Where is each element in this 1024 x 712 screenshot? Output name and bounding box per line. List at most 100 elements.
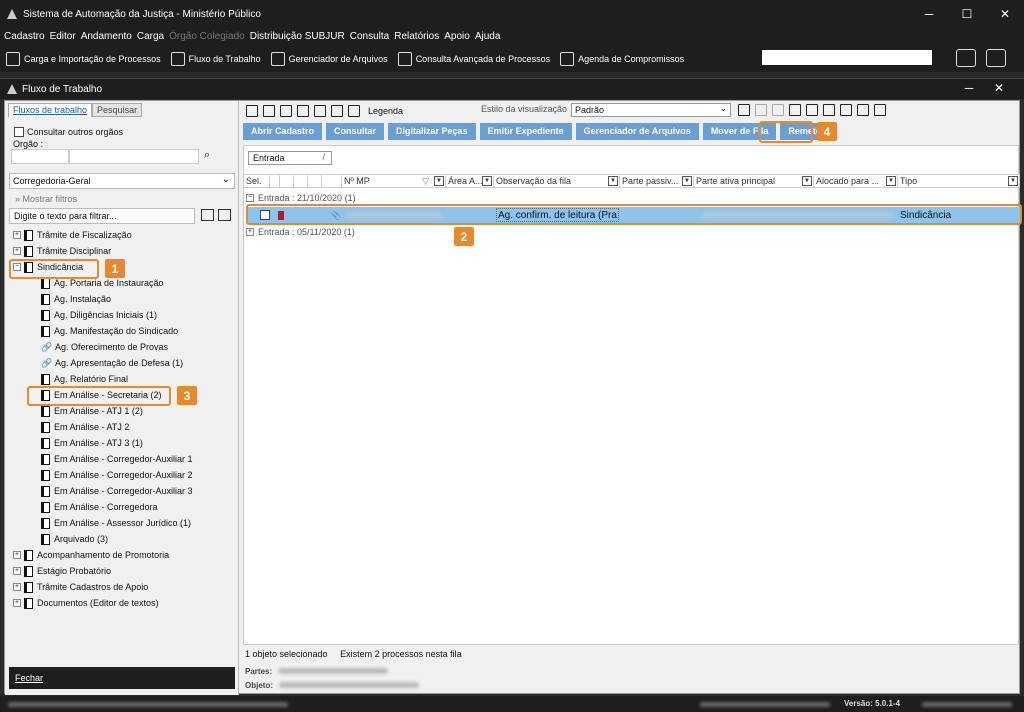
toolbar-search-input[interactable] — [762, 50, 932, 65]
menu-distribuicao[interactable]: Distribuição SUBJUR — [250, 31, 345, 42]
print-icon[interactable] — [874, 104, 886, 116]
home-icon[interactable] — [956, 49, 976, 67]
expand-icon[interactable]: + — [13, 247, 21, 255]
duplicate-icon[interactable] — [297, 105, 309, 117]
col-area[interactable]: Área A... ▼ — [446, 175, 494, 188]
doc-list-icon[interactable] — [789, 104, 801, 116]
fechar-button[interactable]: Fechar — [9, 667, 235, 689]
emitir-expediente-button[interactable]: Emitir Expediente — [479, 123, 572, 140]
save-layout-icon[interactable] — [738, 104, 750, 116]
tree-item[interactable]: Em Análise - Corregedor-Auxiliar 3 — [41, 483, 193, 499]
menu-consulta[interactable]: Consulta — [350, 31, 389, 42]
col-parte-passiva[interactable]: Parte passiv... ▼ — [620, 175, 694, 188]
col-parte-ativa[interactable]: Parte ativa principal ▼ — [694, 175, 814, 188]
copy-icon[interactable] — [280, 105, 292, 117]
group-row-1[interactable]: − Entrada : 21/10/2020 (1) — [246, 191, 356, 204]
export-icon[interactable] — [348, 105, 360, 117]
tree-item[interactable]: Arquivado (3) — [41, 531, 108, 547]
new-doc-icon[interactable] — [246, 105, 258, 117]
tree-collapse-icon[interactable] — [857, 104, 869, 116]
toolbar-carga-importacao[interactable]: Carga e Importação de Processos — [6, 51, 161, 66]
minimize-button[interactable]: ─ — [910, 0, 948, 28]
tree-item[interactable]: + Estágio Probatório — [13, 563, 111, 579]
toolbar-fluxo-trabalho[interactable]: Fluxo de Trabalho — [170, 51, 261, 66]
note-icon[interactable] — [823, 104, 835, 116]
maximize-button[interactable]: ☐ — [948, 0, 986, 28]
tree-filter-input[interactable]: Digite o texto para filtrar... — [9, 208, 195, 224]
tree-item[interactable]: 🔗 Ag. Apresentação de Defesa (1) — [41, 355, 183, 371]
tree-item[interactable]: + Trâmite Disciplinar — [13, 243, 111, 259]
tree-item[interactable]: Ag. Instalação — [41, 291, 111, 307]
menu-cadastro[interactable]: Cadastro — [4, 31, 45, 42]
consultar-button[interactable]: Consultar — [326, 123, 385, 140]
legenda-label[interactable]: Legenda — [368, 106, 403, 116]
tree-item[interactable]: Ag. Relatório Final — [41, 371, 128, 387]
expand-icon[interactable]: + — [246, 227, 254, 236]
tree-item[interactable]: Em Análise - Corregedor-Auxiliar 1 — [41, 451, 193, 467]
chevron-down-icon[interactable]: ▼ — [1008, 176, 1018, 186]
toolbar-agenda[interactable]: Agenda de Compromissos — [560, 51, 684, 66]
chevron-down-icon[interactable]: ▼ — [608, 176, 618, 186]
menu-relatorios[interactable]: Relatórios — [394, 31, 439, 42]
menu-carga[interactable]: Carga — [137, 31, 164, 42]
chevron-down-icon[interactable]: ▼ — [482, 176, 492, 186]
tree-item[interactable]: + Trâmite Cadastros de Apoio — [13, 579, 148, 595]
col-tipo[interactable]: Tipo ▼ — [898, 175, 1020, 188]
tree-collapse-icon[interactable] — [218, 209, 231, 221]
group-row-2[interactable]: + Entrada : 05/11/2020 (1) — [246, 225, 355, 238]
tab-fluxos[interactable]: Fluxos de trabalho — [8, 103, 93, 117]
menu-ajuda[interactable]: Ajuda — [475, 31, 501, 42]
toolbar-consulta-avancada[interactable]: Consulta Avançada de Processos — [397, 51, 550, 66]
tree-item[interactable]: + Documentos (Editor de textos) — [13, 595, 159, 611]
print-preview-icon[interactable] — [314, 105, 326, 117]
tab-pesquisar[interactable]: Pesquisar — [92, 103, 143, 117]
expand-icon[interactable]: + — [13, 567, 21, 575]
tree-item[interactable]: 🔗 Ag. Oferecimento de Provas — [41, 339, 168, 355]
mostrar-filtros-link[interactable]: » Mostrar filtros — [15, 194, 77, 204]
group-by-box[interactable]: Entrada / — [248, 151, 332, 165]
menu-apoio[interactable]: Apoio — [444, 31, 470, 42]
orgao-name-input[interactable] — [69, 149, 199, 164]
menu-andamento[interactable]: Andamento — [81, 31, 132, 42]
orgao-select[interactable]: Corregedoria-Geral ⌄ — [9, 173, 235, 189]
tree-item[interactable]: Em Análise - ATJ 2 — [41, 419, 129, 435]
tree-expand-icon[interactable] — [840, 104, 852, 116]
collapse-icon[interactable]: − — [246, 193, 254, 202]
tree-item[interactable]: + Trâmite de Fiscalização — [13, 227, 132, 243]
col-alocado[interactable]: Alocado para ... ▼ — [814, 175, 898, 188]
chevron-down-icon[interactable]: ▼ — [682, 176, 692, 186]
col-sel[interactable]: Sel. — [244, 175, 270, 188]
tree-item[interactable]: Ag. Diligências Iniciais (1) — [41, 307, 157, 323]
toolbar-gerenciador-arquivos[interactable]: Gerenciador de Arquivos — [270, 51, 388, 66]
chevron-down-icon[interactable]: ▼ — [886, 176, 896, 186]
close-button[interactable]: ✕ — [986, 0, 1024, 28]
tree-item[interactable]: Em Análise - Assessor Jurídico (1) — [41, 515, 191, 531]
gerenciador-arquivos-button[interactable]: Gerenciador de Arquivos — [575, 123, 699, 140]
expand-icon[interactable]: + — [13, 231, 21, 239]
menu-editor[interactable]: Editor — [50, 31, 76, 42]
tree-item[interactable]: Ag. Manifestação do Sindicado — [41, 323, 178, 339]
chevron-down-icon[interactable]: ▼ — [802, 176, 812, 186]
col-nmp[interactable]: Nº MP ▽ ▼ — [342, 175, 446, 188]
chevron-down-icon[interactable]: ▼ — [434, 176, 444, 186]
tree-item[interactable]: Em Análise - Corregedora — [41, 499, 158, 515]
estilo-select[interactable]: Padrão ⌄ — [571, 103, 731, 117]
sub-close-button[interactable]: ✕ — [984, 81, 1014, 95]
tree-item[interactable]: + Acompanhamento de Promotoria — [13, 547, 169, 563]
doc-arrow-icon[interactable] — [331, 105, 343, 117]
checkbox-box[interactable] — [14, 127, 24, 137]
orgao-code-input[interactable] — [11, 149, 69, 164]
col-observacao[interactable]: Observação da fila ▼ — [494, 175, 620, 188]
tree-item[interactable]: Em Análise - ATJ 3 (1) — [41, 435, 143, 451]
consultar-outros-checkbox[interactable]: Consultar outros orgãos — [14, 127, 123, 137]
abrir-cadastro-button[interactable]: Abrir Cadastro — [243, 123, 323, 140]
expand-icon[interactable]: + — [13, 583, 21, 591]
refresh-icon[interactable] — [263, 105, 275, 117]
tree-item[interactable]: Em Análise - Corregedor-Auxiliar 2 — [41, 467, 193, 483]
digitalizar-pecas-button[interactable]: Digitalizar Peças — [388, 123, 476, 140]
expand-icon[interactable]: + — [13, 599, 21, 607]
tree-expand-icon[interactable] — [201, 209, 214, 221]
sub-minimize-button[interactable]: ─ — [954, 81, 984, 95]
expand-icon[interactable]: + — [13, 551, 21, 559]
doc-stack-icon[interactable] — [806, 104, 818, 116]
